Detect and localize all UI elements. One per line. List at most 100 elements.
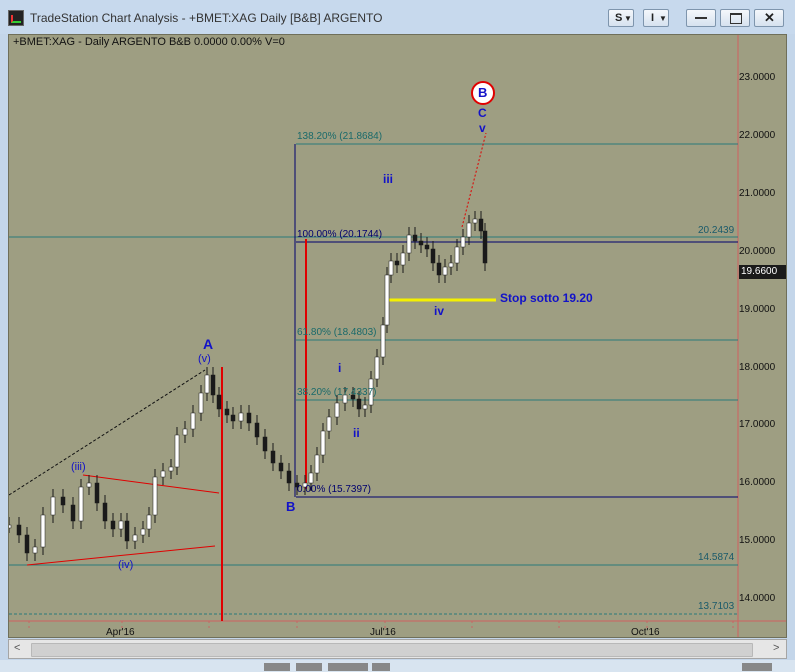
scroll-right-arrow-icon[interactable]: > [773, 642, 779, 654]
candle-body [70, 504, 76, 522]
candle-body [326, 416, 332, 432]
window-title: TradeStation Chart Analysis - +BMET:XAG … [30, 11, 383, 25]
candle-body [430, 248, 436, 264]
candle-body [230, 414, 236, 422]
candle-body [190, 412, 196, 430]
candle-body [204, 374, 210, 394]
candle-body [146, 514, 152, 530]
candle-body [478, 218, 484, 232]
wave-projection-line[interactable] [461, 132, 487, 228]
scroll-left-arrow-icon[interactable]: < [14, 642, 20, 654]
chart-window: TradeStation Chart Analysis - +BMET:XAG … [0, 0, 795, 672]
y-tick-label: 19.0000 [739, 304, 776, 315]
candle-body [124, 520, 130, 542]
title-bar: TradeStation Chart Analysis - +BMET:XAG … [0, 0, 795, 34]
x-tick-label: Oct'16 [631, 627, 660, 638]
wave-label-v-paren: (v) [198, 353, 211, 365]
candle-body [132, 534, 138, 542]
candle-body [448, 262, 454, 268]
style-menu-button[interactable]: S ▼ [608, 9, 634, 27]
candle-body [32, 546, 38, 554]
stop-annotation: Stop sotto 19.20 [500, 291, 593, 305]
candle-body [334, 402, 340, 418]
y-tick-label: 17.0000 [739, 419, 776, 430]
candle-body [246, 412, 252, 424]
candle-body [238, 412, 244, 422]
horizontal-scrollbar[interactable]: < > [8, 639, 787, 659]
candle-body [152, 476, 158, 516]
candle-body [9, 524, 12, 529]
candle-body [400, 252, 406, 266]
candle-body [418, 240, 424, 246]
upper-line-value: 20.2439 [698, 225, 735, 236]
price-axis: 23.0000 22.0000 21.0000 20.0000 19.0000 … [739, 35, 786, 621]
candle-body [118, 520, 124, 530]
close-button[interactable]: ✕ [754, 9, 784, 27]
candle-body [308, 472, 314, 484]
y-tick-label: 20.0000 [739, 246, 776, 257]
support-14-58-value: 14.5874 [698, 552, 735, 563]
wave-label-C: C [478, 106, 487, 120]
candle-body [160, 470, 166, 478]
candle-body [198, 392, 204, 414]
candle-body [394, 260, 400, 266]
channel-dashed-line[interactable] [9, 369, 206, 496]
wave-label-B-circle: B [478, 85, 488, 100]
maximize-icon [730, 13, 742, 24]
status-segment [264, 663, 290, 671]
candle-body [406, 234, 412, 254]
status-segment [742, 663, 772, 671]
y-tick-label: 22.0000 [739, 130, 776, 141]
candle-body [454, 246, 460, 264]
maximize-button[interactable] [720, 9, 750, 27]
candle-body [270, 450, 276, 464]
wave-label-i: i [338, 361, 342, 375]
candle-body [278, 462, 284, 472]
candle-body [388, 260, 394, 276]
fib-retracement-lines[interactable] [9, 143, 738, 615]
wave-label-iv: iv [434, 304, 445, 318]
candle-body [472, 218, 478, 224]
status-segment [296, 663, 322, 671]
candle-body [216, 394, 222, 410]
candle-body [286, 470, 292, 484]
y-tick-label: 18.0000 [739, 362, 776, 373]
candle-body [140, 528, 146, 536]
minimize-button[interactable] [686, 9, 716, 27]
candle-body [374, 356, 380, 380]
candlestick-series [9, 211, 488, 561]
candle-body [262, 436, 268, 452]
candle-body [380, 324, 386, 358]
candle-body [110, 520, 116, 530]
fib-0-label: 0.00% (15.7397) [297, 484, 371, 495]
fib-382-label: 38.20% (17.4337) [297, 387, 377, 398]
scrollbar-thumb[interactable] [31, 643, 753, 657]
status-segment [372, 663, 390, 671]
candle-body [442, 266, 448, 276]
candle-body [174, 434, 180, 468]
wave-label-iii-paren: (iii) [71, 461, 86, 473]
status-bar [0, 660, 795, 672]
insert-button-label: I [651, 12, 655, 24]
candle-body [384, 274, 390, 326]
chart-canvas [9, 35, 786, 637]
fib-138-label: 138.20% (21.8684) [297, 131, 383, 142]
candle-body [482, 230, 488, 264]
price-chart[interactable]: +BMET:XAG - Daily ARGENTO B&B 0.0000 0.0… [8, 34, 787, 638]
y-tick-label: 23.0000 [739, 72, 776, 83]
candle-body [94, 482, 100, 504]
wave-label-iii: iii [383, 172, 394, 186]
candle-body [78, 486, 84, 522]
wave-label-v: v [479, 121, 486, 135]
y-tick-label: 16.0000 [739, 477, 776, 488]
candle-body [460, 236, 466, 248]
candle-body [314, 454, 320, 474]
triangle-upper-line[interactable] [82, 474, 220, 494]
candle-body [254, 422, 260, 438]
x-tick-label: Jul'16 [370, 627, 396, 638]
insert-menu-button[interactable]: I ▼ [643, 9, 669, 27]
y-tick-label: 14.0000 [739, 593, 776, 604]
candle-body [224, 408, 230, 416]
wave-label-ii: ii [353, 426, 360, 440]
fib-618-label: 61.80% (18.4803) [297, 327, 377, 338]
